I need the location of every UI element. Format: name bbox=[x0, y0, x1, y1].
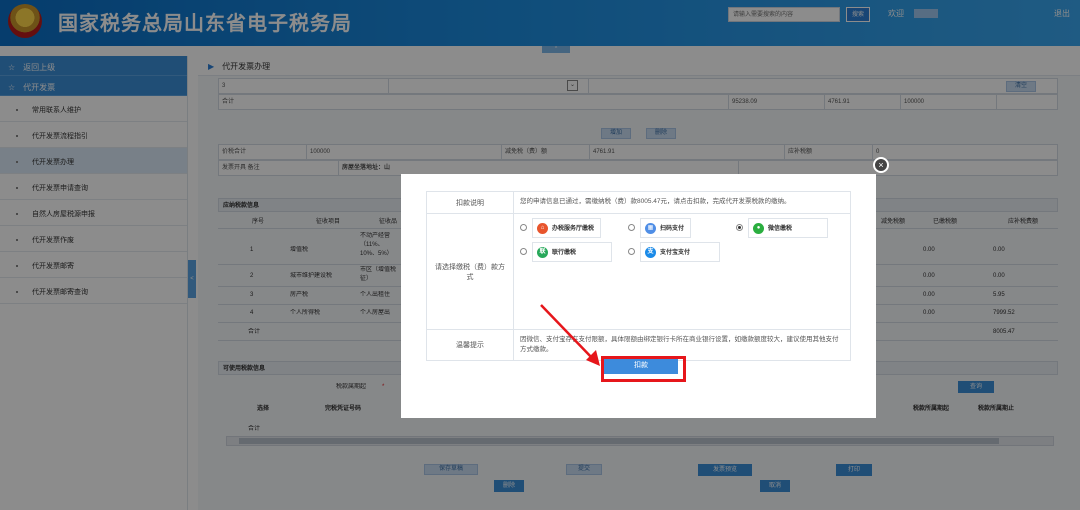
option-label: 办税服务厅缴税 bbox=[552, 226, 595, 232]
radio-button[interactable] bbox=[628, 248, 635, 255]
deduct-desc-label: 扣款说明 bbox=[427, 192, 514, 213]
radio-button-selected[interactable] bbox=[736, 224, 743, 231]
radio-button[interactable] bbox=[520, 224, 527, 231]
close-icon[interactable]: × bbox=[873, 157, 889, 173]
payment-method-row: 请选择缴税（费）款方式 ⌂ 办税服务厅缴税 ▦ 扫码支付 ● 微信缴税 联联行缴税 bbox=[427, 214, 850, 330]
hint-label: 温馨提示 bbox=[427, 330, 514, 360]
qrcode-icon: ▦ bbox=[645, 222, 656, 234]
deduct-desc-text: 您的申请信息已通过，需缴纳税（费）款8005.47元，请点击扣款，完成代开发票税… bbox=[520, 198, 791, 205]
home-icon: ⌂ bbox=[537, 222, 548, 234]
radio-button[interactable] bbox=[520, 248, 527, 255]
option-wechat-box[interactable]: ● 微信缴税 bbox=[748, 218, 828, 238]
radio-button[interactable] bbox=[628, 224, 635, 231]
option-label: 支付宝支付 bbox=[660, 250, 691, 256]
payment-form: 扣款说明 您的申请信息已通过，需缴纳税（费）款8005.47元，请点击扣款，完成… bbox=[426, 191, 851, 361]
option-label: 联行缴税 bbox=[552, 250, 577, 256]
alipay-icon: 支 bbox=[645, 246, 656, 258]
option-label: 微信缴税 bbox=[768, 226, 793, 232]
wechat-icon: ● bbox=[753, 222, 764, 234]
option-label: 扫码支付 bbox=[660, 226, 685, 232]
highlight-box bbox=[601, 356, 686, 382]
annotation-arrow-icon bbox=[540, 304, 600, 366]
deduct-desc-row: 扣款说明 您的申请信息已通过，需缴纳税（费）款8005.47元，请点击扣款，完成… bbox=[427, 192, 850, 214]
option-alipay-box[interactable]: 支支付宝支付 bbox=[640, 242, 720, 262]
option-hall-box[interactable]: ⌂ 办税服务厅缴税 bbox=[532, 218, 602, 238]
option-qrcode-box[interactable]: ▦ 扫码支付 bbox=[640, 218, 692, 238]
option-union-box[interactable]: 联联行缴税 bbox=[532, 242, 612, 262]
payment-method-label: 请选择缴税（费）款方式 bbox=[427, 214, 514, 329]
union-icon: 联 bbox=[537, 246, 548, 258]
